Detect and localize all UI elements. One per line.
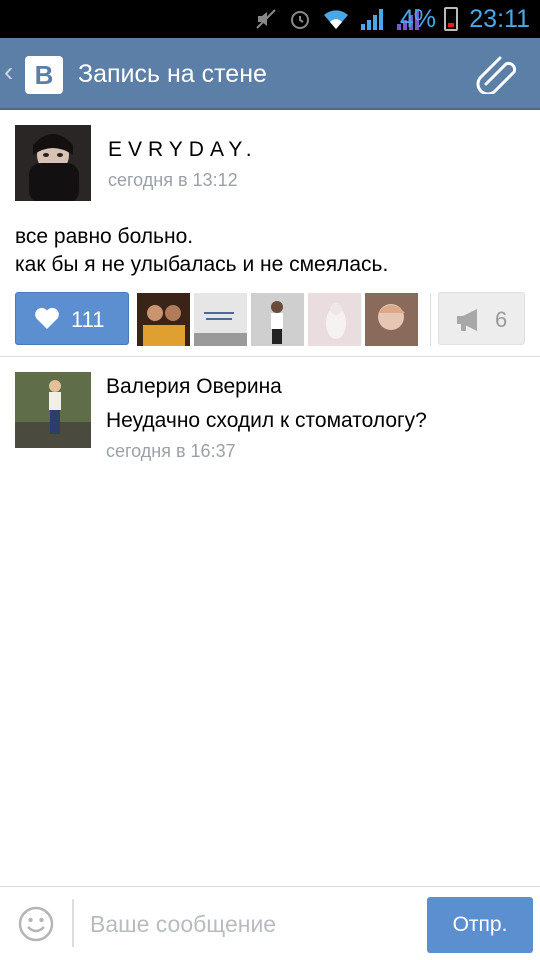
- status-bar: 4% 23:11: [0, 0, 540, 38]
- avatar[interactable]: [15, 372, 91, 448]
- megaphone-icon: [457, 309, 477, 331]
- signal-icon: [361, 9, 383, 30]
- comment-author[interactable]: Валерия Оверина: [106, 375, 282, 399]
- muted-icon: [256, 9, 276, 29]
- post-author[interactable]: EVRYDAY.: [108, 138, 258, 162]
- comment-text: Неудачно сходил к стоматологу?: [106, 409, 427, 432]
- status-clock: 23:11: [469, 5, 530, 33]
- alarm-icon: [291, 11, 309, 29]
- status-icons: [254, 6, 422, 32]
- vk-logo[interactable]: B: [25, 56, 63, 94]
- likers-list: [137, 293, 418, 346]
- repost-button[interactable]: 6: [438, 292, 525, 345]
- message-composer: Отпр.: [0, 886, 540, 960]
- wifi-icon: [324, 10, 348, 29]
- liker-avatar[interactable]: [251, 293, 304, 346]
- divider: [430, 293, 431, 346]
- post-text-line: все равно больно.: [15, 225, 194, 248]
- liker-avatar[interactable]: [137, 293, 190, 346]
- like-button[interactable]: 111: [15, 292, 129, 345]
- divider: [0, 356, 540, 357]
- like-count: 111: [71, 307, 105, 332]
- liker-avatar[interactable]: [308, 293, 361, 346]
- paperclip-icon[interactable]: [476, 54, 520, 94]
- divider: [72, 899, 74, 947]
- post-text-line: как бы я не улыбалась и не смеялась.: [15, 253, 389, 276]
- avatar[interactable]: [15, 125, 91, 201]
- smiley-icon[interactable]: [18, 906, 54, 942]
- post-text: все равно больно. как бы я не улыбалась …: [15, 223, 535, 279]
- battery-low-icon: [444, 7, 458, 31]
- message-input[interactable]: [90, 901, 410, 947]
- heart-icon: [35, 307, 59, 329]
- battery-percent: 4%: [399, 5, 436, 33]
- post-time: сегодня в 13:12: [108, 170, 238, 190]
- app-bar: ‹ B Запись на стене: [0, 38, 540, 110]
- liker-avatar[interactable]: [194, 293, 247, 346]
- back-chevron-icon[interactable]: ‹: [4, 56, 13, 88]
- liker-avatar[interactable]: [365, 293, 418, 346]
- repost-count: 6: [495, 307, 508, 332]
- page-title: Запись на стене: [78, 60, 267, 88]
- send-button[interactable]: Отпр.: [427, 897, 533, 953]
- comment-time: сегодня в 16:37: [106, 441, 236, 461]
